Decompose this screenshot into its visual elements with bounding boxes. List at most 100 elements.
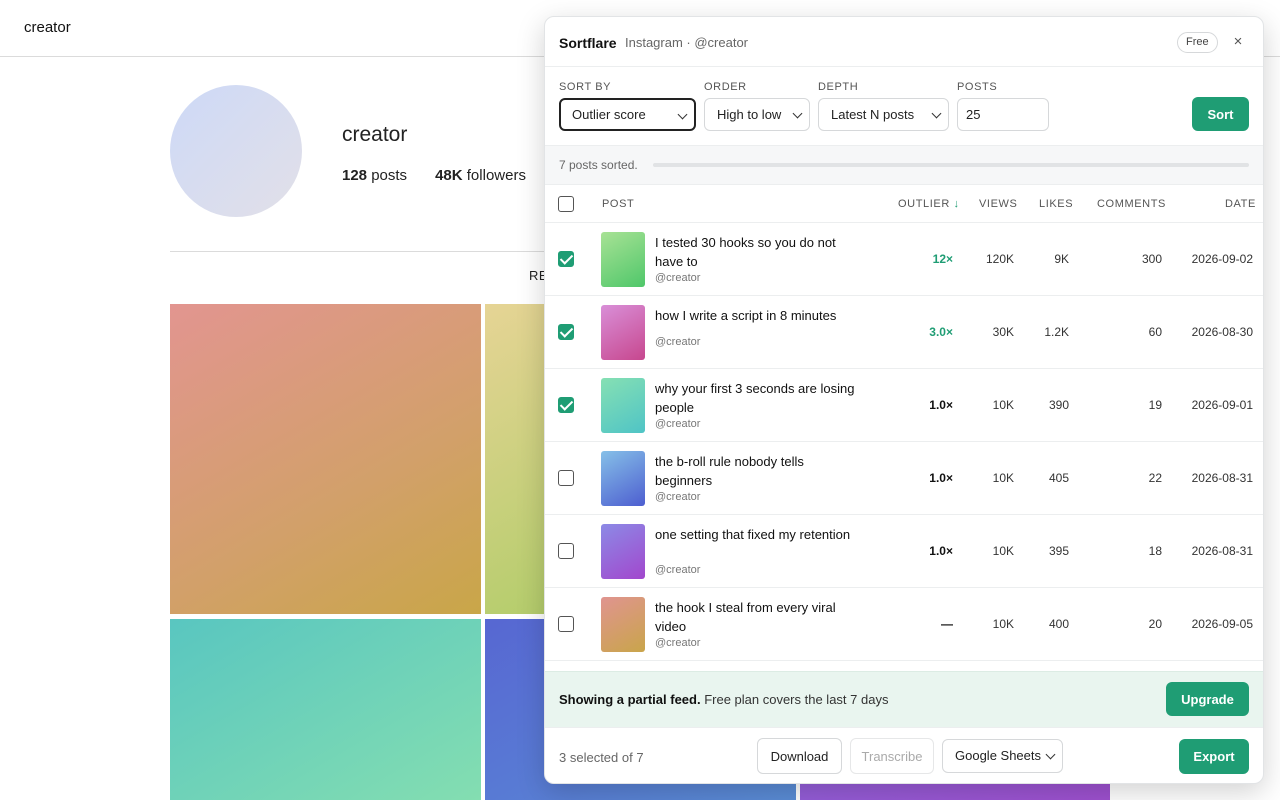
likes-cell: 405 [1048, 471, 1069, 485]
post-thumbnail [601, 451, 645, 506]
post-handle: @creator [655, 418, 701, 430]
likes-cell: 390 [1048, 398, 1069, 412]
col-outlier[interactable]: OUTLIER ↓ [898, 198, 960, 210]
sort-by-select[interactable]: Outlier score [559, 98, 696, 131]
depth-select[interactable]: Latest N posts [818, 98, 949, 131]
table-row[interactable]: why your first 3 seconds are losing peop… [545, 369, 1263, 442]
status-text: 7 posts sorted. [559, 158, 638, 172]
export-destination-select[interactable]: Google Sheets [942, 739, 1063, 773]
selection-count: 3 selected of 7 [559, 750, 644, 765]
sortflare-panel: Sortflare Instagram · @creator Free × SO… [544, 16, 1264, 784]
post-title[interactable]: the b-roll rule nobody tells beginners [655, 452, 855, 490]
post-handle: @creator [655, 336, 701, 348]
post-handle: @creator [655, 637, 701, 649]
sort-by-label: SORT BY [559, 81, 612, 93]
transcribe-button[interactable]: Transcribe [850, 738, 934, 774]
download-button[interactable]: Download [757, 738, 842, 774]
profile-name: creator [342, 123, 408, 146]
post-thumbnail [601, 305, 645, 360]
post-title[interactable]: the hook I steal from every viral video [655, 598, 855, 636]
outlier-cell: 1.0× [929, 471, 953, 485]
grid-tile[interactable] [170, 619, 481, 800]
date-cell: 2026-09-05 [1191, 617, 1253, 631]
partial-feed-notice: Showing a partial feed. Free plan covers… [545, 671, 1263, 727]
notice-detail: Free plan covers the last 7 days [700, 692, 889, 707]
depth-label: DEPTH [818, 81, 859, 93]
post-thumbnail [601, 378, 645, 433]
col-likes[interactable]: LIKES [1039, 198, 1073, 210]
views-cell: 10K [992, 398, 1014, 412]
upgrade-button[interactable]: Upgrade [1166, 682, 1249, 716]
chevron-down-icon [792, 108, 803, 119]
sort-button[interactable]: Sort [1192, 97, 1249, 131]
table-row[interactable]: one setting that fixed my retention @cre… [545, 515, 1263, 588]
brand-name: Sortflare [559, 35, 617, 51]
destination-value: Google Sheets [955, 748, 1042, 763]
comments-cell: 20 [1148, 617, 1162, 631]
views-cell: 30K [992, 325, 1014, 339]
likes-cell: 9K [1054, 252, 1069, 266]
table-row[interactable]: the b-roll rule nobody tells beginners @… [545, 442, 1263, 515]
post-title[interactable]: why your first 3 seconds are losing peop… [655, 379, 855, 417]
date-cell: 2026-08-31 [1191, 544, 1253, 558]
table-row[interactable]: I tested 30 hooks so you do not have to … [545, 223, 1263, 296]
top-username[interactable]: creator [24, 19, 71, 36]
outlier-cell: 1.0× [929, 398, 953, 412]
plan-badge: Free [1177, 32, 1218, 53]
date-cell: 2026-08-30 [1191, 325, 1253, 339]
post-title[interactable]: how I write a script in 8 minutes [655, 306, 855, 325]
panel-footer: 3 selected of 7 Download Transcribe Goog… [545, 727, 1263, 783]
row-checkbox[interactable] [558, 324, 574, 340]
col-post: POST [602, 198, 635, 210]
grid-tile[interactable] [170, 304, 481, 614]
panel-header: Sortflare Instagram · @creator Free × [545, 17, 1263, 67]
followers-stat[interactable]: 48K followers [435, 167, 526, 184]
select-all-checkbox[interactable] [558, 196, 574, 212]
row-checkbox[interactable] [558, 543, 574, 559]
post-thumbnail [601, 232, 645, 287]
profile-stats: 128 posts 48K followers [342, 167, 526, 184]
posts-count: 128 [342, 167, 368, 184]
date-cell: 2026-09-02 [1191, 252, 1253, 266]
row-checkbox[interactable] [558, 397, 574, 413]
followers-count: 48K [435, 167, 463, 184]
col-date[interactable]: DATE [1225, 198, 1256, 210]
post-handle: @creator [655, 564, 701, 576]
views-cell: 10K [992, 471, 1014, 485]
post-thumbnail [601, 597, 645, 652]
post-title[interactable]: one setting that fixed my retention [655, 525, 855, 544]
posts-stat: 128 posts [342, 167, 407, 184]
notice-strong: Showing a partial feed. [559, 692, 701, 707]
chevron-down-icon [931, 108, 942, 119]
panel-context: Instagram · @creator [625, 35, 749, 50]
order-value: High to low [717, 107, 782, 122]
likes-cell: 400 [1048, 617, 1069, 631]
row-checkbox[interactable] [558, 251, 574, 267]
comments-cell: 22 [1148, 471, 1162, 485]
comments-cell: 18 [1148, 544, 1162, 558]
col-comments[interactable]: COMMENTS [1097, 198, 1166, 210]
post-title[interactable]: I tested 30 hooks so you do not have to [655, 233, 855, 271]
comments-cell: 19 [1148, 398, 1162, 412]
row-checkbox[interactable] [558, 616, 574, 632]
outlier-cell: 12× [932, 252, 953, 266]
post-handle: @creator [655, 491, 701, 503]
export-button[interactable]: Export [1179, 739, 1249, 774]
col-views[interactable]: VIEWS [979, 198, 1017, 210]
avatar[interactable] [170, 85, 302, 217]
sort-by-value: Outlier score [572, 107, 646, 122]
table-header: POST OUTLIER ↓ VIEWS LIKES COMMENTS DATE [545, 185, 1263, 223]
comments-cell: 60 [1148, 325, 1162, 339]
posts-count-input[interactable] [957, 98, 1049, 131]
date-cell: 2026-09-01 [1191, 398, 1253, 412]
table-row[interactable]: how I write a script in 8 minutes @creat… [545, 296, 1263, 369]
table-row[interactable]: the hook I steal from every viral video … [545, 588, 1263, 661]
order-select[interactable]: High to low [704, 98, 810, 131]
close-icon[interactable]: × [1229, 33, 1247, 51]
sort-controls: SORT BY Outlier score ORDER High to low … [545, 67, 1263, 145]
row-checkbox[interactable] [558, 470, 574, 486]
likes-cell: 1.2K [1044, 325, 1069, 339]
followers-stat-label: followers [466, 167, 526, 184]
progress-bar [653, 163, 1249, 167]
comments-cell: 300 [1141, 252, 1162, 266]
